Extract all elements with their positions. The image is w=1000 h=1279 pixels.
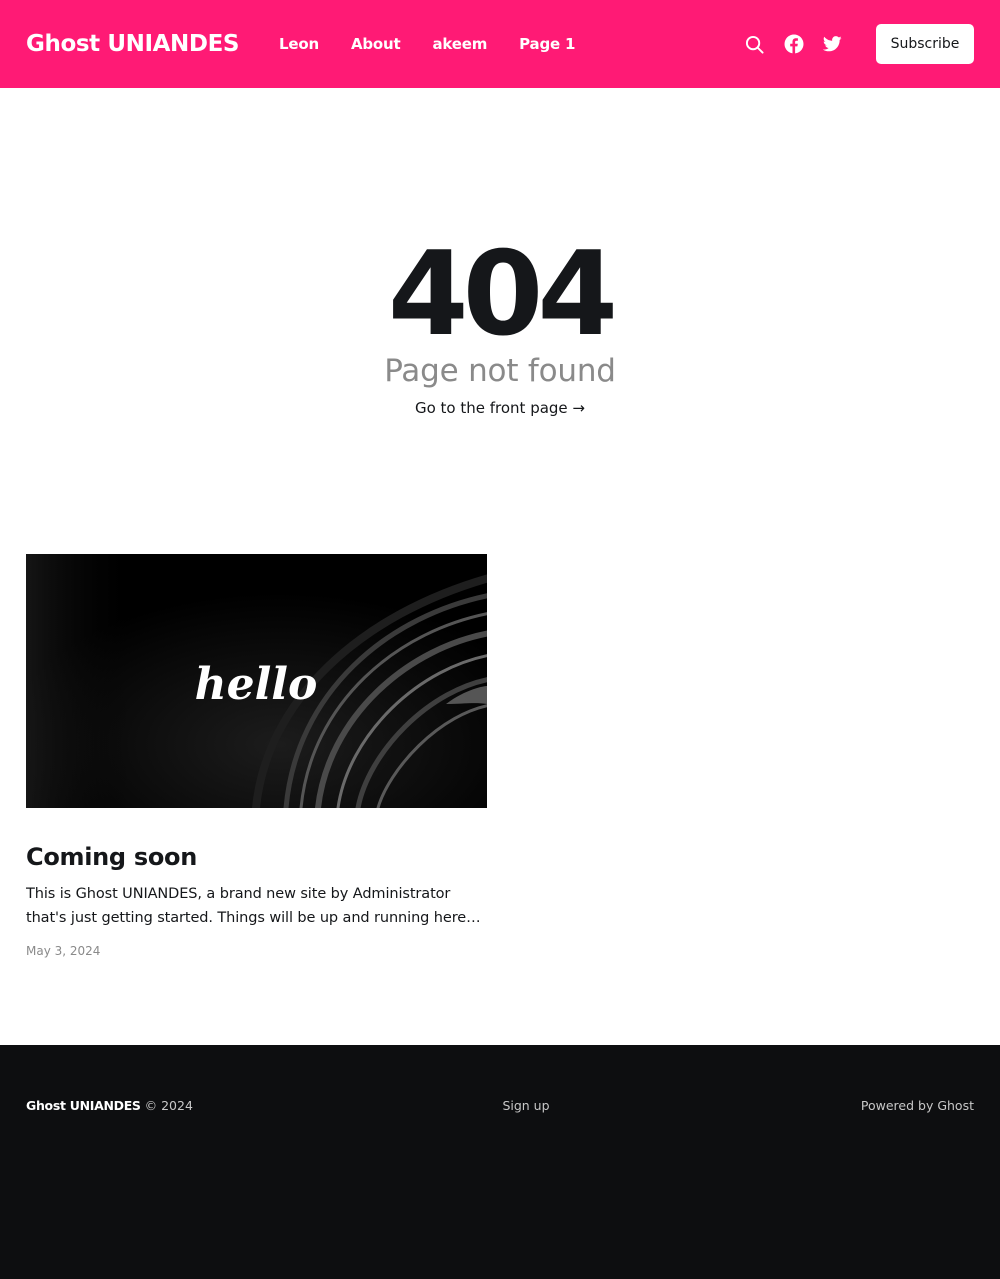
- nav-item-page-1[interactable]: Page 1: [519, 35, 575, 53]
- footer-copyright: Ghost UNIANDES © 2024: [26, 1098, 342, 1113]
- footer-nav: Sign up: [342, 1098, 658, 1113]
- post-image[interactable]: hello: [26, 554, 487, 808]
- post-card: hello Coming soon This is Ghost UNIANDES…: [26, 554, 487, 958]
- footer-copyright-year: © 2024: [144, 1098, 193, 1113]
- error-section: 404 Page not found Go to the front page …: [0, 230, 1000, 418]
- hello-artwork: hello: [26, 554, 487, 808]
- footer-signup-link[interactable]: Sign up: [502, 1098, 549, 1113]
- error-description: Page not found: [384, 353, 616, 389]
- site-header: Ghost UNIANDES Leon About akeem Page 1 S…: [0, 0, 1000, 88]
- image-hello-text: hello: [195, 659, 318, 710]
- front-page-link[interactable]: Go to the front page →: [415, 399, 585, 417]
- error-code: 404: [387, 227, 618, 362]
- twitter-icon[interactable]: [821, 33, 843, 55]
- nav-item-about[interactable]: About: [351, 35, 401, 53]
- header-actions: Subscribe: [743, 24, 974, 64]
- footer-row: Ghost UNIANDES © 2024 Sign up Powered by…: [26, 1098, 974, 1113]
- powered-by-ghost-link[interactable]: Powered by Ghost: [861, 1098, 974, 1113]
- main-nav: Leon About akeem Page 1: [279, 35, 607, 53]
- subscribe-button[interactable]: Subscribe: [876, 24, 974, 64]
- nav-item-akeem[interactable]: akeem: [432, 35, 487, 53]
- nav-item-leon[interactable]: Leon: [279, 35, 319, 53]
- post-title[interactable]: Coming soon: [26, 842, 487, 872]
- post-date: May 3, 2024: [26, 944, 101, 958]
- facebook-icon[interactable]: [783, 33, 805, 55]
- footer-site-link[interactable]: Ghost UNIANDES: [26, 1098, 141, 1113]
- search-icon[interactable]: [743, 33, 765, 55]
- post-excerpt: This is Ghost UNIANDES, a brand new site…: [26, 886, 467, 926]
- site-logo-link[interactable]: Ghost UNIANDES: [26, 31, 239, 57]
- footer-powered: Powered by Ghost: [658, 1098, 974, 1113]
- site-footer: Ghost UNIANDES © 2024 Sign up Powered by…: [0, 1045, 1000, 1279]
